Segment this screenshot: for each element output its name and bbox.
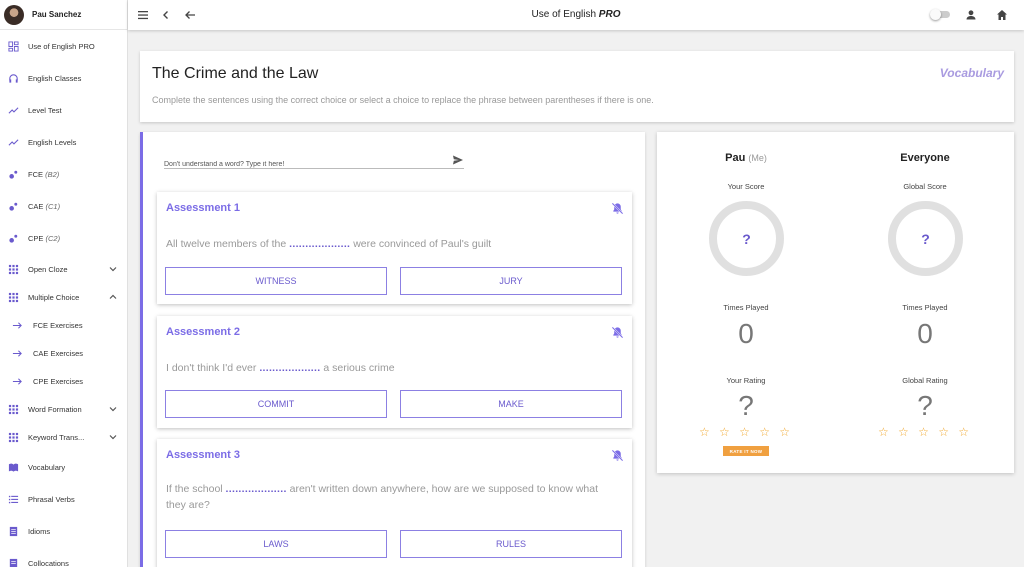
chevron-down-icon[interactable] <box>108 432 118 442</box>
answer-blank[interactable]: ................... <box>289 238 350 250</box>
sidebar: Pau Sanchez Use of English PRO English C… <box>0 0 128 567</box>
sidebar-item-fce[interactable]: FCE (B2) <box>0 163 127 185</box>
category-label: Vocabulary <box>939 66 1004 80</box>
stats-panel: Pau (Me) Your Score ? Times Played 0 You… <box>657 132 1014 473</box>
exercise-header: The Crime and the Law Vocabulary Complet… <box>140 51 1014 122</box>
send-icon[interactable] <box>452 154 464 166</box>
sidebar-item-use-of-english-pro[interactable]: Use of English PRO <box>0 35 127 57</box>
apps-icon <box>8 264 19 275</box>
instructions-text: Complete the sentences using the correct… <box>152 95 654 105</box>
sidebar-item-keyword-transformation[interactable]: Keyword Trans... <box>0 426 127 448</box>
list-icon <box>8 494 19 505</box>
times-played-label: Times Played <box>902 303 948 312</box>
book-icon <box>8 462 19 473</box>
choice-button[interactable]: LAWS <box>165 530 387 558</box>
answer-blank[interactable]: ................... <box>259 362 320 374</box>
sidebar-item-level-test[interactable]: Level Test <box>0 99 127 121</box>
global-stats-column: Everyone Global Score ? Times Played 0 G… <box>836 132 1014 473</box>
arrow-right-icon <box>12 320 23 331</box>
choice-button[interactable]: COMMIT <box>165 390 387 418</box>
bubble-icon <box>8 201 19 212</box>
assessment-card: Assessment 1 All twelve members of the .… <box>157 192 632 304</box>
user-profile[interactable]: Pau Sanchez <box>0 0 127 30</box>
times-played-label: Times Played <box>723 303 769 312</box>
choice-button[interactable]: MAKE <box>400 390 622 418</box>
rate-it-now-button[interactable]: RATE IT NOW <box>723 446 769 456</box>
app-title: Use of English PRO <box>531 9 621 20</box>
column-title: Everyone <box>900 152 950 164</box>
rating-label: Global Rating <box>902 376 948 385</box>
sidebar-item-phrasal-verbs[interactable]: Phrasal Verbs <box>0 488 127 510</box>
sidebar-item-english-levels[interactable]: English Levels <box>0 131 127 153</box>
choice-button[interactable]: WITNESS <box>165 267 387 295</box>
assessment-sentence: All twelve members of the ..............… <box>166 238 492 250</box>
assessment-title: Assessment 3 <box>166 449 240 461</box>
sidebar-item-multiple-choice[interactable]: Multiple Choice <box>0 286 127 308</box>
assessment-card: Assessment 2 I don't think I'd ever ....… <box>157 316 632 428</box>
assessment-sentence: I don't think I'd ever .................… <box>166 362 395 374</box>
arrow-right-icon <box>12 376 23 387</box>
assessment-title: Assessment 2 <box>166 326 240 338</box>
sidebar-item-fce-exercises[interactable]: FCE Exercises <box>0 314 127 336</box>
apps-icon <box>8 292 19 303</box>
user-name: Pau Sanchez <box>32 10 82 19</box>
avatar <box>4 4 24 25</box>
star-rating[interactable]: ☆ ☆ ☆ ☆ ☆ <box>657 425 835 439</box>
chevron-up-icon[interactable] <box>108 292 118 302</box>
score-ring: ? <box>888 201 963 276</box>
theme-toggle[interactable] <box>930 9 950 20</box>
assessment-card: Assessment 3 If the school .............… <box>157 439 632 567</box>
choice-button[interactable]: RULES <box>400 530 622 558</box>
chevron-down-icon[interactable] <box>108 404 118 414</box>
headphones-icon <box>8 73 19 84</box>
apps-icon <box>8 404 19 415</box>
times-played-value: 0 <box>917 318 933 349</box>
top-app-bar: Use of English PRO <box>128 0 1024 30</box>
choice-button[interactable]: JURY <box>400 267 622 295</box>
trending-icon <box>8 105 19 116</box>
trending-icon <box>8 137 19 148</box>
rating-value: ? <box>738 390 754 421</box>
column-title: Pau (Me) <box>725 152 767 164</box>
score-label: Your Score <box>727 182 765 191</box>
rating-label: Your Rating <box>726 376 766 385</box>
exercise-panel: Assessment 1 All twelve members of the .… <box>140 132 645 567</box>
apps-icon <box>8 432 19 443</box>
sidebar-item-word-formation[interactable]: Word Formation <box>0 398 127 420</box>
score-label: Global Score <box>903 182 947 191</box>
sidebar-item-cae[interactable]: CAE (C1) <box>0 195 127 217</box>
sidebar-item-collocations[interactable]: Collocations <box>0 552 127 567</box>
sidebar-item-idioms[interactable]: Idioms <box>0 520 127 542</box>
sidebar-item-cpe-exercises[interactable]: CPE Exercises <box>0 370 127 392</box>
notes-icon <box>8 558 19 567</box>
assessment-sentence: If the school ................... aren't… <box>166 483 599 511</box>
chevron-down-icon[interactable] <box>108 264 118 274</box>
arrow-right-icon <box>12 348 23 359</box>
notes-icon <box>8 526 19 537</box>
notifications-off-icon[interactable] <box>611 202 624 215</box>
my-stats-column: Pau (Me) Your Score ? Times Played 0 You… <box>657 132 835 473</box>
page-title: The Crime and the Law <box>152 65 319 82</box>
notifications-off-icon[interactable] <box>611 449 624 462</box>
sidebar-item-cpe[interactable]: CPE (C2) <box>0 227 127 249</box>
dashboard-icon <box>8 40 19 52</box>
times-played-value: 0 <box>738 318 754 349</box>
home-icon[interactable] <box>995 8 1009 22</box>
answer-blank[interactable]: ................... <box>226 483 287 495</box>
word-lookup-field <box>164 153 464 169</box>
score-ring: ? <box>709 201 784 276</box>
sidebar-item-vocabulary[interactable]: Vocabulary <box>0 456 127 478</box>
bubble-icon <box>8 233 19 244</box>
sidebar-item-open-cloze[interactable]: Open Cloze <box>0 258 127 280</box>
assessment-title: Assessment 1 <box>166 202 240 214</box>
star-rating: ☆ ☆ ☆ ☆ ☆ <box>877 425 973 439</box>
sidebar-item-cae-exercises[interactable]: CAE Exercises <box>0 342 127 364</box>
rating-value: ? <box>917 390 933 421</box>
account-icon[interactable] <box>964 8 978 22</box>
sidebar-item-english-classes[interactable]: English Classes <box>0 67 127 89</box>
word-lookup-input[interactable] <box>164 159 444 168</box>
bubble-icon <box>8 169 19 180</box>
notifications-off-icon[interactable] <box>611 326 624 339</box>
